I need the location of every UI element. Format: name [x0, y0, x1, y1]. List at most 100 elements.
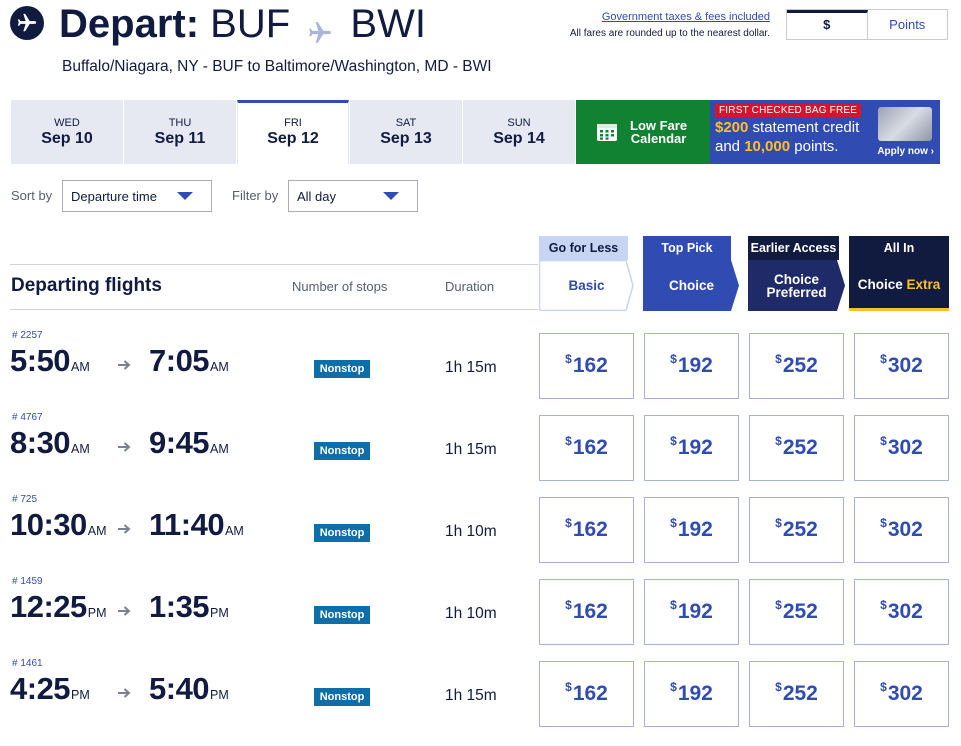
fare-button-basic[interactable]: $162: [539, 579, 634, 645]
fare-price: 192: [677, 518, 713, 541]
filter-select[interactable]: All day: [288, 180, 418, 212]
nonstop-badge[interactable]: Nonstop: [314, 606, 370, 624]
fare-tag-choice: Top Pick: [643, 236, 731, 260]
fare-button-choice-preferred[interactable]: $252: [749, 333, 844, 399]
fare-button-basic[interactable]: $162: [539, 661, 634, 727]
fare-price: 252: [782, 600, 818, 623]
fare-tag-choice-preferred: Earlier Access: [748, 236, 839, 260]
arrow-right-icon: [118, 360, 131, 370]
fare-button-choice[interactable]: $192: [644, 415, 739, 481]
date-tab-dow: SAT: [395, 117, 417, 129]
fare-price: 302: [887, 600, 923, 623]
sort-select[interactable]: Departure time: [62, 180, 212, 212]
date-tab-dow: SUN: [507, 117, 531, 129]
sort-select-value: Departure time: [71, 188, 157, 204]
fare-button-choice[interactable]: $192: [644, 661, 739, 727]
fare-button-choice-preferred[interactable]: $252: [749, 661, 844, 727]
fare-header-choice: Choice: [643, 260, 740, 311]
arrow-right-icon: [118, 688, 131, 698]
flight-number[interactable]: # 725: [12, 494, 37, 505]
promo-line2: and 10,000 points.: [715, 138, 838, 155]
dollars-toggle-button[interactable]: $: [787, 10, 868, 39]
fare-name-choice: Choice: [668, 278, 714, 293]
currency-symbol: $: [775, 352, 782, 366]
nonstop-badge[interactable]: Nonstop: [314, 360, 370, 378]
departure-time: 10:30AM: [10, 507, 107, 543]
flight-number[interactable]: # 2257: [12, 330, 43, 341]
chevron-right-icon: ›: [930, 146, 934, 157]
currency-symbol: $: [565, 434, 572, 448]
fare-button-choice-extra[interactable]: $302: [854, 333, 949, 399]
departure-time: 8:30AM: [10, 425, 90, 461]
taxes-fees-link[interactable]: Government taxes & fees included: [602, 11, 770, 23]
nonstop-badge[interactable]: Nonstop: [314, 442, 370, 460]
sort-label: Sort by: [11, 188, 53, 203]
apply-now-link[interactable]: Apply now ›: [877, 146, 934, 157]
flight-number[interactable]: # 1459: [12, 576, 43, 587]
chevron-down-icon: [177, 192, 193, 200]
fare-price: 302: [887, 354, 923, 377]
fare-button-basic[interactable]: $162: [539, 497, 634, 563]
currency-symbol: $: [565, 680, 572, 694]
arrival-time-value: 1:35: [149, 589, 210, 624]
duration-column-header: Duration: [445, 279, 495, 294]
low-fare-calendar-button[interactable]: Low Fare Calendar: [576, 100, 710, 164]
fare-button-choice[interactable]: $192: [644, 579, 739, 645]
departure-ampm: PM: [71, 688, 90, 702]
date-tab-date: Sep 11: [154, 130, 206, 147]
destination-code: BWI: [350, 2, 426, 46]
fare-button-choice-extra[interactable]: $302: [854, 661, 949, 727]
nonstop-badge[interactable]: Nonstop: [314, 688, 370, 706]
departure-time: 4:25PM: [10, 671, 90, 707]
header-divider-bottom: [10, 309, 538, 310]
departure-time-value: 5:50: [10, 343, 71, 378]
header-divider-top: [10, 264, 538, 265]
fare-button-choice[interactable]: $192: [644, 497, 739, 563]
currency-symbol: $: [775, 516, 782, 530]
filter-select-value: All day: [297, 188, 337, 204]
currency-symbol: $: [880, 680, 887, 694]
credit-card-promo-banner[interactable]: FIRST CHECKED BAG FREE $200 statement cr…: [710, 100, 940, 164]
promo-points: 10,000: [744, 138, 791, 155]
fare-button-choice-extra[interactable]: $302: [854, 415, 949, 481]
title-label: Depart:: [59, 2, 200, 46]
fare-button-choice-extra[interactable]: $302: [854, 579, 949, 645]
flight-duration: 1h 10m: [445, 605, 497, 622]
points-toggle-button[interactable]: Points: [868, 10, 948, 39]
fare-button-choice-extra[interactable]: $302: [854, 497, 949, 563]
fare-price: 252: [782, 682, 818, 705]
low-fare-calendar-label: Low Fare Calendar: [630, 119, 687, 145]
arrival-ampm: AM: [210, 442, 229, 456]
arrow-right-icon: [118, 524, 131, 534]
date-tab-date: Sep 14: [493, 130, 545, 147]
date-tab-wed[interactable]: WED Sep 10: [11, 100, 123, 164]
promo-line1: $200 statement credit: [715, 119, 859, 136]
page-title: Depart: BUF BWI: [59, 1, 426, 47]
calendar-icon: [597, 124, 617, 141]
fare-button-choice[interactable]: $192: [644, 333, 739, 399]
date-tab-sat[interactable]: SAT Sep 13: [350, 100, 462, 164]
fare-button-choice-preferred[interactable]: $252: [749, 579, 844, 645]
date-tab-fri[interactable]: FRI Sep 12: [237, 100, 349, 164]
arrival-time: 1:35PM: [149, 589, 229, 625]
fare-button-basic[interactable]: $162: [539, 333, 634, 399]
fare-button-choice-preferred[interactable]: $252: [749, 415, 844, 481]
fare-price: 162: [572, 518, 608, 541]
fare-button-basic[interactable]: $162: [539, 415, 634, 481]
currency-symbol: $: [670, 598, 677, 612]
flight-number[interactable]: # 4767: [12, 412, 43, 423]
currency-symbol: $: [775, 680, 782, 694]
fare-price: 192: [677, 436, 713, 459]
flight-number[interactable]: # 1461: [12, 658, 43, 669]
origin-code: BUF: [210, 2, 291, 46]
nonstop-badge[interactable]: Nonstop: [314, 524, 370, 542]
fare-tag-choice-extra: All In: [849, 236, 949, 260]
date-tab-sun[interactable]: SUN Sep 14: [463, 100, 575, 164]
departure-time: 5:50AM: [10, 343, 90, 379]
date-tab-thu[interactable]: THU Sep 11: [124, 100, 236, 164]
arrival-time: 5:40PM: [149, 671, 229, 707]
fare-button-choice-preferred[interactable]: $252: [749, 497, 844, 563]
arrival-time-value: 9:45: [149, 425, 210, 460]
fare-name-line2: Preferred: [766, 284, 827, 300]
fare-price: 192: [677, 682, 713, 705]
